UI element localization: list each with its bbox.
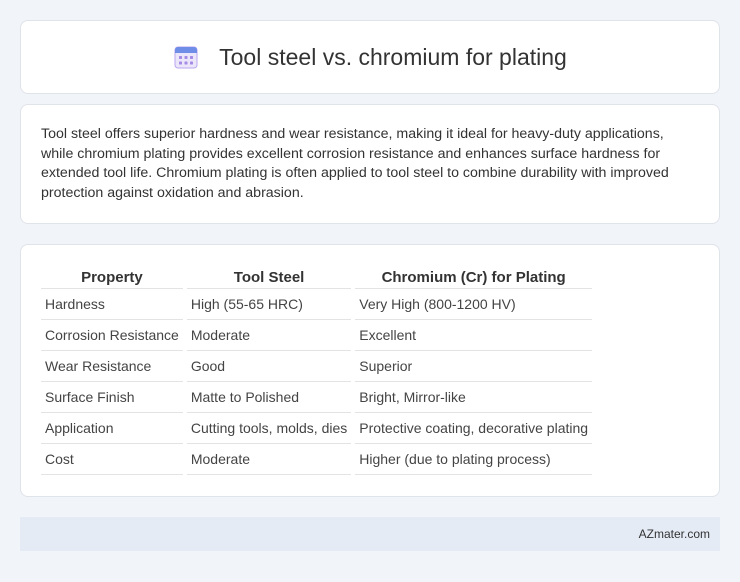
cell-tool-steel: Moderate <box>186 320 352 351</box>
footer-site-link[interactable]: AZmater.com <box>639 527 710 541</box>
cell-chromium: Very High (800-1200 HV) <box>355 289 593 320</box>
cell-property: Hardness <box>41 289 183 320</box>
footer-bar: AZmater.com <box>20 517 720 551</box>
title-card: Tool steel vs. chromium for plating <box>20 20 720 94</box>
calendar-icon <box>174 46 198 69</box>
cell-chromium: Higher (due to plating process) <box>355 444 593 475</box>
table-header-row: Property Tool Steel Chromium (Cr) for Pl… <box>41 267 593 289</box>
header-chromium: Chromium (Cr) for Plating <box>355 267 593 289</box>
cell-tool-steel: Cutting tools, molds, dies <box>186 413 352 444</box>
cell-chromium: Protective coating, decorative plating <box>355 413 593 444</box>
comparison-table-card: Property Tool Steel Chromium (Cr) for Pl… <box>20 244 720 497</box>
comparison-table: Property Tool Steel Chromium (Cr) for Pl… <box>37 267 596 475</box>
header-property: Property <box>41 267 183 289</box>
description-text: Tool steel offers superior hardness and … <box>41 126 669 201</box>
cell-chromium: Excellent <box>355 320 593 351</box>
table-row: Wear Resistance Good Superior <box>41 351 593 382</box>
cell-tool-steel: High (55-65 HRC) <box>186 289 352 320</box>
description-card: Tool steel offers superior hardness and … <box>20 104 720 224</box>
page-title: Tool steel vs. chromium for plating <box>219 43 567 70</box>
cell-tool-steel: Good <box>186 351 352 382</box>
cell-property: Corrosion Resistance <box>41 320 183 351</box>
cell-property: Cost <box>41 444 183 475</box>
cell-chromium: Bright, Mirror-like <box>355 382 593 413</box>
header-tool-steel: Tool Steel <box>186 267 352 289</box>
table-row: Cost Moderate Higher (due to plating pro… <box>41 444 593 475</box>
table-row: Corrosion Resistance Moderate Excellent <box>41 320 593 351</box>
cell-property: Application <box>41 413 183 444</box>
cell-chromium: Superior <box>355 351 593 382</box>
table-row: Application Cutting tools, molds, dies P… <box>41 413 593 444</box>
cell-property: Surface Finish <box>41 382 183 413</box>
cell-tool-steel: Matte to Polished <box>186 382 352 413</box>
title-wrap: Tool steel vs. chromium for plating <box>173 44 567 71</box>
table-row: Hardness High (55-65 HRC) Very High (800… <box>41 289 593 320</box>
cell-tool-steel: Moderate <box>186 444 352 475</box>
table-row: Surface Finish Matte to Polished Bright,… <box>41 382 593 413</box>
cell-property: Wear Resistance <box>41 351 183 382</box>
